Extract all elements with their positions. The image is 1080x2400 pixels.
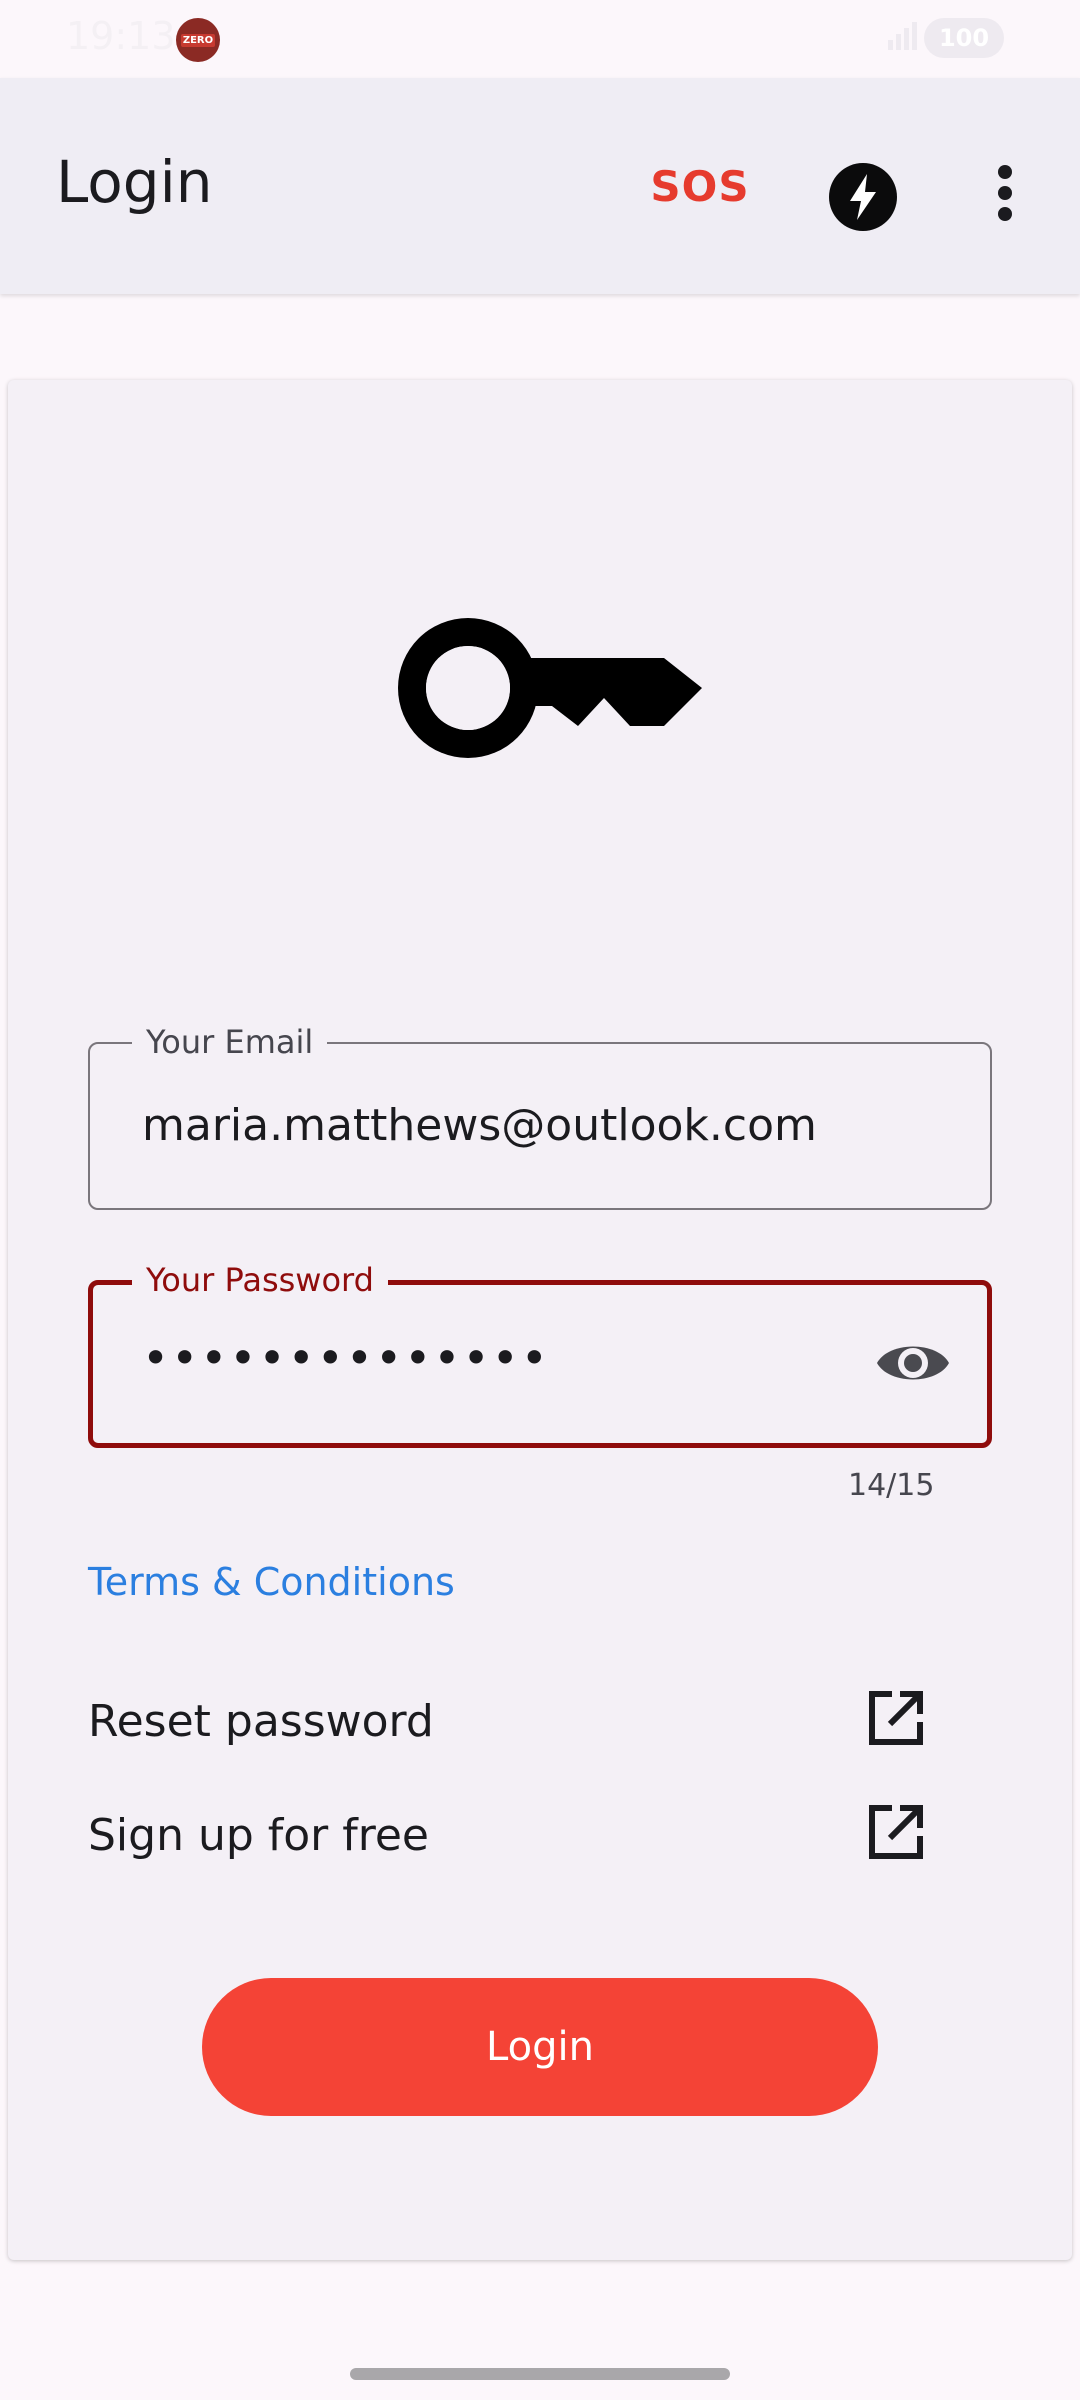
- app-badge-text: ZERO: [180, 33, 216, 47]
- sign-up-link[interactable]: Sign up for free: [88, 1800, 928, 1880]
- login-card: Your Email maria.matthews@outlook.com Yo…: [8, 380, 1072, 2260]
- flash-icon[interactable]: [828, 162, 898, 232]
- eye-icon[interactable]: [875, 1331, 951, 1395]
- battery-indicator: 100: [924, 18, 1004, 58]
- key-icon: [398, 618, 702, 758]
- status-bar: 19:13 ZERO 100: [0, 0, 1080, 78]
- more-vert-icon[interactable]: [978, 158, 1032, 228]
- signal-icon: [888, 22, 917, 50]
- terms-link[interactable]: Terms & Conditions: [88, 1560, 455, 1604]
- status-time: 19:13: [66, 14, 176, 58]
- email-input[interactable]: maria.matthews@outlook.com: [142, 1100, 817, 1151]
- top-app-bar: Login SOS: [0, 78, 1080, 294]
- password-input[interactable]: ••••••••••••••: [142, 1331, 550, 1385]
- sign-up-label: Sign up for free: [88, 1810, 429, 1861]
- email-field[interactable]: Your Email maria.matthews@outlook.com: [88, 1022, 992, 1210]
- password-char-counter: 14/15: [848, 1468, 935, 1503]
- sos-button[interactable]: SOS: [650, 154, 750, 218]
- home-indicator[interactable]: [350, 2368, 730, 2380]
- battery-level: 100: [938, 24, 990, 52]
- reset-password-label: Reset password: [88, 1696, 434, 1747]
- password-label: Your Password: [132, 1260, 388, 1300]
- password-field[interactable]: Your Password ••••••••••••••: [88, 1260, 992, 1448]
- app-notification-icon: ZERO: [176, 18, 220, 62]
- email-label: Your Email: [132, 1022, 328, 1062]
- reset-password-link[interactable]: Reset password: [88, 1686, 928, 1766]
- page-title: Login: [56, 148, 213, 216]
- open-in-new-icon[interactable]: [864, 1800, 928, 1864]
- login-button[interactable]: Login: [202, 1978, 878, 2116]
- open-in-new-icon[interactable]: [864, 1686, 928, 1750]
